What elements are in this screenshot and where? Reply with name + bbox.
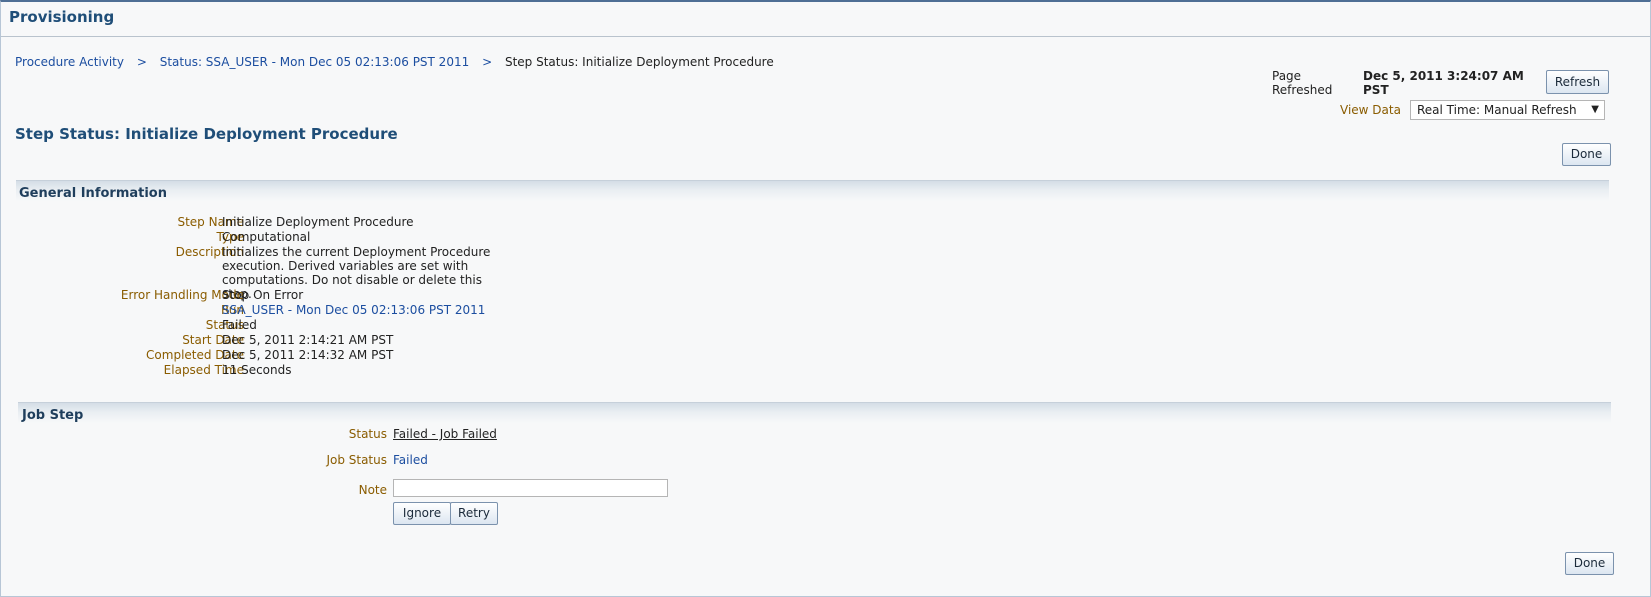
- note-input[interactable]: [393, 479, 668, 497]
- view-data-label: View Data: [1340, 103, 1401, 117]
- done-button-top[interactable]: Done: [1562, 143, 1611, 166]
- page-refreshed-value-line1: Dec 5, 2011 3:24:07 AM: [1363, 69, 1524, 83]
- view-data-select[interactable]: Real Time: Manual Refresh ▼: [1410, 100, 1605, 120]
- job-step-title: Job Step: [22, 408, 84, 423]
- status-value: Failed: [222, 318, 257, 332]
- done-button-bottom[interactable]: Done: [1565, 552, 1614, 575]
- page-refreshed-label-line1: Page: [1272, 69, 1302, 83]
- elapsed-time-value: 11 Seconds: [222, 363, 292, 377]
- page-refreshed-label: Page Refreshed: [1272, 69, 1332, 97]
- page-refreshed-label-line2: Refreshed: [1272, 83, 1333, 97]
- job-status-label: Job Status: [326, 453, 387, 467]
- breadcrumb: Procedure Activity > Status: SSA_USER - …: [15, 55, 774, 69]
- type-value: Computational: [222, 230, 311, 244]
- completed-date-value: Dec 5, 2011 2:14:32 AM PST: [222, 348, 394, 362]
- run-link[interactable]: SSA_USER - Mon Dec 05 02:13:06 PST 2011: [222, 303, 485, 317]
- page-refreshed-value-line2: PST: [1363, 83, 1389, 97]
- breadcrumb-separator: >: [482, 55, 493, 69]
- page-title: Step Status: Initialize Deployment Proce…: [15, 125, 398, 143]
- job-status-link[interactable]: Failed: [393, 453, 428, 467]
- view-data-selected-value: Real Time: Manual Refresh: [1417, 103, 1577, 117]
- refresh-button[interactable]: Refresh: [1546, 70, 1609, 94]
- job-step-status-label: Status: [348, 427, 387, 441]
- note-label: Note: [358, 483, 387, 497]
- retry-button[interactable]: Retry: [450, 502, 498, 525]
- breadcrumb-current: Step Status: Initialize Deployment Proce…: [504, 55, 774, 69]
- app-title: Provisioning: [9, 8, 115, 26]
- breadcrumb-status-run[interactable]: Status: SSA_USER - Mon Dec 05 02:13:06 P…: [160, 55, 470, 69]
- job-step-header: [18, 402, 1611, 423]
- job-step-status-link[interactable]: Failed - Job Failed: [393, 427, 497, 441]
- step-name-value: Initialize Deployment Procedure: [222, 215, 414, 229]
- breadcrumb-separator: >: [136, 55, 147, 69]
- page-refreshed-value: Dec 5, 2011 3:24:07 AM PST: [1363, 69, 1533, 97]
- start-date-value: Dec 5, 2011 2:14:21 AM PST: [222, 333, 394, 347]
- general-info-header: [16, 180, 1609, 201]
- ignore-button[interactable]: Ignore: [393, 502, 451, 525]
- app-header: Provisioning: [1, 2, 1650, 37]
- breadcrumb-procedure-activity[interactable]: Procedure Activity: [15, 55, 124, 69]
- chevron-down-icon: ▼: [1591, 104, 1599, 115]
- error-handling-mode-value: Stop On Error: [222, 288, 304, 302]
- general-info-title: General Information: [19, 186, 167, 201]
